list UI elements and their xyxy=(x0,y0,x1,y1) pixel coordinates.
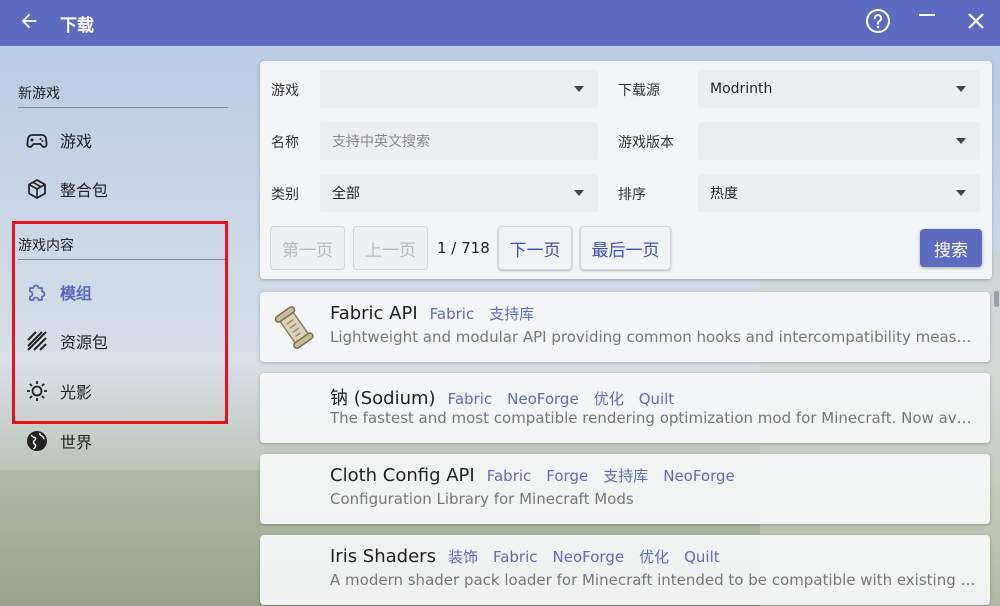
category-label: 类别 xyxy=(271,187,299,203)
result-name: 钠 (Sodium) xyxy=(330,388,436,409)
result-tag: 优化 xyxy=(639,548,670,566)
gamepad-icon xyxy=(14,128,60,152)
result-tag: 优化 xyxy=(593,390,624,408)
result-description: Lightweight and modular API providing co… xyxy=(330,328,980,346)
result-description: Configuration Library for Minecraft Mods xyxy=(330,490,634,508)
name-search-input[interactable]: 支持中英文搜索 xyxy=(320,122,598,160)
sort-select-value: 热度 xyxy=(710,186,738,202)
result-tag: Fabric xyxy=(429,305,475,323)
chevron-down-icon xyxy=(574,86,584,92)
sort-label: 排序 xyxy=(618,187,646,203)
back-button[interactable] xyxy=(0,0,58,46)
result-card-iris[interactable]: Iris Shaders 装饰 Fabric NeoForge 优化 Quilt… xyxy=(260,535,990,605)
category-select[interactable]: 全部 xyxy=(320,174,598,212)
section-game-content: 游戏内容 xyxy=(18,235,228,260)
section-new-game: 新游戏 xyxy=(18,83,228,108)
sidebar-item-mods[interactable]: 模组 xyxy=(14,268,226,316)
sidebar: 新游戏 游戏 整合包 游戏内容 模组 资源包 光影 世界 xyxy=(0,46,240,606)
first-page-button[interactable]: 第一页 xyxy=(270,226,345,270)
help-circle-icon xyxy=(865,8,891,38)
chevron-down-icon xyxy=(956,190,966,196)
results-scrollbar[interactable] xyxy=(994,291,999,307)
prev-page-button[interactable]: 上一页 xyxy=(353,226,428,270)
chevron-down-icon xyxy=(574,190,584,196)
help-button[interactable] xyxy=(853,0,902,46)
next-page-button[interactable]: 下一页 xyxy=(498,226,572,270)
filter-panel: 游戏 下载源 Modrinth 名称 支持中英文搜索 游戏版本 类别 全部 排序… xyxy=(260,61,992,279)
result-tag: Fabric xyxy=(486,467,532,485)
sidebar-item-label: 世界 xyxy=(60,433,93,452)
name-label: 名称 xyxy=(271,135,299,151)
source-label: 下载源 xyxy=(618,83,660,99)
result-name: Iris Shaders xyxy=(330,546,436,567)
sidebar-item-resourcepacks[interactable]: 资源包 xyxy=(14,317,226,365)
result-tag: Forge xyxy=(546,467,589,485)
sidebar-item-worlds[interactable]: 世界 xyxy=(14,417,226,465)
version-select[interactable] xyxy=(698,122,980,160)
result-tag: Quilt xyxy=(638,390,675,408)
package-icon xyxy=(14,177,60,201)
sidebar-item-label: 光影 xyxy=(60,383,93,402)
result-name: Fabric API xyxy=(330,303,418,324)
arrow-left-icon xyxy=(18,10,40,36)
result-description: A modern shader pack loader for Minecraf… xyxy=(330,571,980,589)
sidebar-item-game[interactable]: 游戏 xyxy=(14,116,226,164)
title-bar: 下载 xyxy=(0,0,1000,46)
result-description: The fastest and most compatible renderin… xyxy=(330,409,980,427)
close-icon xyxy=(967,12,985,34)
game-label: 游戏 xyxy=(271,83,299,99)
result-card-cloth-config[interactable]: Cloth Config API Fabric Forge 支持库 NeoFor… xyxy=(260,454,990,524)
source-select-value: Modrinth xyxy=(710,81,773,97)
sidebar-item-modpack[interactable]: 整合包 xyxy=(14,165,226,213)
result-tag: 装饰 xyxy=(447,548,478,566)
sidebar-item-label: 游戏 xyxy=(60,132,93,151)
version-label: 游戏版本 xyxy=(618,135,674,151)
minimize-icon xyxy=(918,12,936,34)
last-page-button[interactable]: 最后一页 xyxy=(580,226,671,270)
source-select[interactable]: Modrinth xyxy=(698,70,980,108)
result-card-sodium[interactable]: 钠 (Sodium) Fabric NeoForge 优化 Quilt The … xyxy=(260,373,990,443)
sun-icon xyxy=(14,379,60,403)
texture-icon xyxy=(14,329,60,353)
result-tag: 支持库 xyxy=(603,467,649,485)
result-tag: 支持库 xyxy=(489,305,535,323)
chevron-down-icon xyxy=(956,138,966,144)
globe-icon xyxy=(14,429,60,453)
category-select-value: 全部 xyxy=(332,186,360,202)
result-tag: NeoForge xyxy=(663,467,735,485)
sidebar-item-shaders[interactable]: 光影 xyxy=(14,367,226,415)
search-button[interactable]: 搜索 xyxy=(920,229,982,267)
result-tag: NeoForge xyxy=(507,390,579,408)
result-tag: NeoForge xyxy=(552,548,625,566)
page-title: 下载 xyxy=(60,15,94,36)
result-name: Cloth Config API xyxy=(330,465,475,486)
result-tag: Quilt xyxy=(684,548,720,566)
result-tag: Fabric xyxy=(447,390,493,408)
scroll-icon xyxy=(272,304,318,350)
close-button[interactable] xyxy=(951,0,1000,46)
sidebar-item-label: 整合包 xyxy=(60,181,109,200)
sort-select[interactable]: 热度 xyxy=(698,174,980,212)
sidebar-item-label: 资源包 xyxy=(60,333,109,352)
page-info: 1 / 718 xyxy=(437,239,490,257)
chevron-down-icon xyxy=(956,86,966,92)
puzzle-icon xyxy=(14,280,60,304)
result-card-fabric-api[interactable]: Fabric API Fabric 支持库 Lightweight and mo… xyxy=(260,292,990,362)
sidebar-item-label: 模组 xyxy=(60,284,93,303)
game-select[interactable] xyxy=(320,70,598,108)
name-search-placeholder: 支持中英文搜索 xyxy=(332,134,430,150)
result-tag: Fabric xyxy=(492,548,538,566)
minimize-button[interactable] xyxy=(902,0,951,46)
